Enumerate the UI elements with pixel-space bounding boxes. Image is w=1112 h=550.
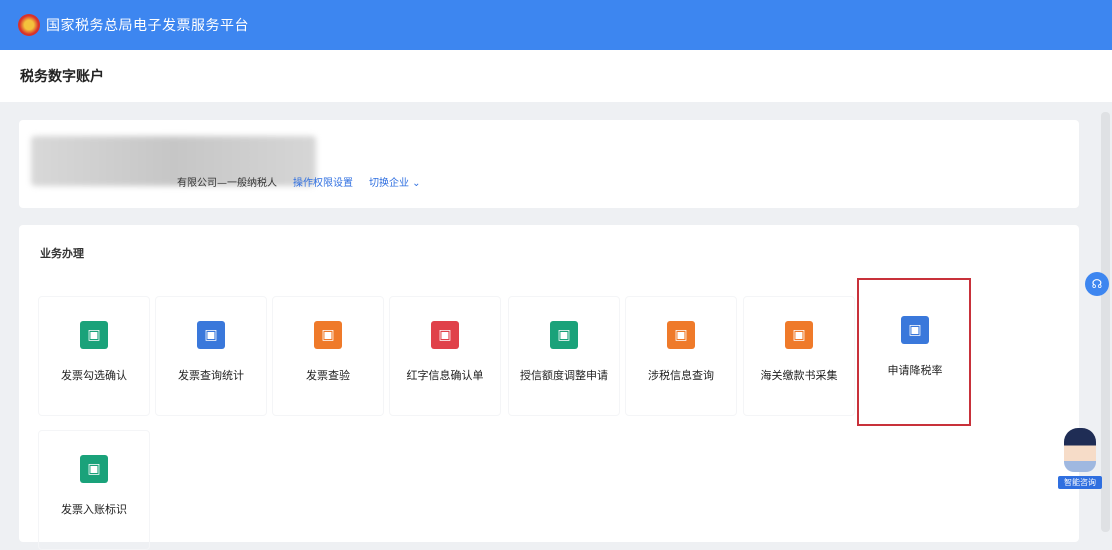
tax-emblem-icon bbox=[18, 14, 40, 36]
business-item[interactable]: ▣ 海关缴款书采集 bbox=[743, 296, 855, 416]
section-title: 业务办理 bbox=[40, 247, 84, 260]
switch-enterprise-dropdown[interactable]: 切换企业 ⌄ bbox=[369, 174, 421, 189]
verify-icon: ▣ bbox=[314, 321, 342, 349]
ticket-icon: ▣ bbox=[80, 321, 108, 349]
business-item[interactable]: ▣ 发票查询统计 bbox=[155, 296, 267, 416]
business-item[interactable]: ▣ 涉税信息查询 bbox=[625, 296, 737, 416]
business-item-label: 红字信息确认单 bbox=[406, 369, 484, 382]
search-doc-icon: ▣ bbox=[197, 321, 225, 349]
adjust-icon: ▣ bbox=[550, 321, 578, 349]
headset-icon[interactable]: ☊ bbox=[1085, 272, 1109, 296]
business-item-label: 发票勾选确认 bbox=[61, 369, 127, 382]
assistant-button[interactable]: 智能咨询 bbox=[1058, 428, 1102, 494]
business-item[interactable]: ▣ 发票查验 bbox=[272, 296, 384, 416]
account-icon: ▣ bbox=[80, 455, 108, 483]
red-doc-icon: ▣ bbox=[431, 321, 459, 349]
business-item-label: 涉税信息查询 bbox=[648, 369, 714, 382]
business-item-label: 授信额度调整申请 bbox=[520, 369, 608, 382]
scrollbar[interactable] bbox=[1101, 112, 1110, 532]
business-item[interactable]: ▣ 发票入账标识 bbox=[38, 430, 150, 550]
top-bar: 国家税务总局电子发票服务平台 bbox=[0, 0, 1112, 50]
platform-title: 国家税务总局电子发票服务平台 bbox=[46, 18, 249, 34]
assistant-label: 智能咨询 bbox=[1058, 476, 1102, 489]
assistant-avatar-icon bbox=[1064, 428, 1096, 472]
business-item-label: 发票查询统计 bbox=[178, 369, 244, 382]
highlight-box bbox=[857, 278, 971, 426]
taxpayer-type: 有限公司—一般纳税人 bbox=[177, 178, 277, 189]
business-item[interactable]: ▣ 红字信息确认单 bbox=[389, 296, 501, 416]
customs-icon: ▣ bbox=[785, 321, 813, 349]
business-item-label: 发票入账标识 bbox=[61, 503, 127, 516]
permission-settings-link[interactable]: 操作权限设置 bbox=[293, 174, 353, 189]
page-title: 税务数字账户 bbox=[0, 50, 1112, 102]
info-icon: ▣ bbox=[667, 321, 695, 349]
business-item-label: 海关缴款书采集 bbox=[760, 369, 838, 382]
business-item-label: 发票查验 bbox=[306, 369, 350, 382]
business-item[interactable]: ▣ 授信额度调整申请 bbox=[508, 296, 620, 416]
business-item[interactable]: ▣ 发票勾选确认 bbox=[38, 296, 150, 416]
account-card: 有限公司—一般纳税人 操作权限设置 切换企业 ⌄ bbox=[19, 120, 1079, 208]
